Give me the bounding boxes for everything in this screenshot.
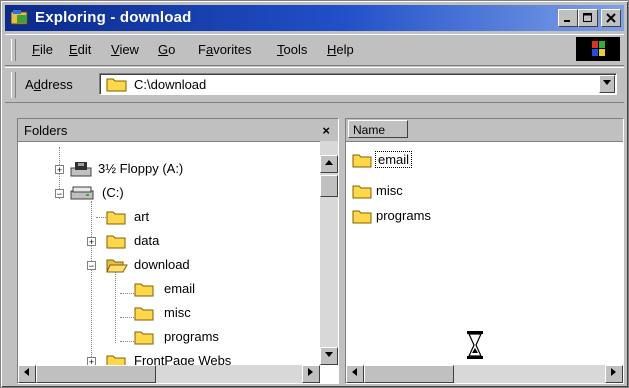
minimize-button[interactable]: [558, 9, 578, 27]
close-button[interactable]: [601, 9, 621, 27]
tree-item-floppy[interactable]: + 3½ Floppy (A:): [18, 159, 318, 179]
explorer-window: Exploring - download File Edit View Go F…: [0, 0, 629, 388]
contents-horizontal-scrollbar[interactable]: [346, 365, 623, 383]
chevron-down-icon: [603, 80, 611, 85]
scroll-up-button[interactable]: [320, 155, 338, 173]
collapse-button[interactable]: −: [55, 189, 64, 199]
scroll-right-button[interactable]: [605, 365, 623, 383]
maximize-button[interactable]: [578, 9, 598, 27]
arrow-up-icon: [325, 160, 333, 165]
menu-favorites[interactable]: Favorites: [198, 42, 251, 57]
close-pane-button[interactable]: ×: [322, 123, 330, 138]
windows-logo-icon: [576, 37, 620, 61]
tree-item-programs[interactable]: programs: [18, 327, 318, 347]
menu-grip[interactable]: [11, 39, 16, 61]
folder-icon: [134, 307, 154, 321]
expand-button[interactable]: +: [87, 237, 96, 247]
tree-item-art[interactable]: art: [18, 207, 318, 227]
title-bar[interactable]: Exploring - download: [5, 5, 624, 31]
floppy-drive-icon: [70, 162, 92, 177]
tree-item-label: data: [134, 233, 160, 248]
tree-item-label: download: [134, 257, 190, 272]
window-title: Exploring - download: [35, 9, 192, 26]
tree-item-download[interactable]: − download: [18, 255, 318, 275]
folders-pane-title: Folders: [24, 123, 68, 138]
file-item-label: misc: [376, 183, 403, 198]
file-item-label: email: [374, 151, 413, 168]
menu-file[interactable]: File: [32, 42, 53, 57]
scroll-thumb[interactable]: [36, 365, 156, 383]
arrow-right-icon: [611, 368, 616, 376]
tree-item-misc[interactable]: misc: [18, 303, 318, 323]
hard-drive-icon: [70, 186, 94, 200]
tree-item-label: programs: [164, 329, 219, 344]
address-dropdown-button[interactable]: [599, 75, 615, 93]
tree-item-c-drive[interactable]: − (C:): [18, 183, 318, 203]
maximize-icon: [583, 13, 592, 22]
arrow-left-icon: [352, 368, 357, 376]
address-value: C:\download: [134, 77, 207, 92]
folders-vertical-scrollbar[interactable]: [320, 141, 338, 365]
minimize-icon: [564, 20, 570, 22]
file-item-label: programs: [376, 208, 431, 223]
tree-item-data[interactable]: + data: [18, 231, 318, 251]
tree-item-label: email: [164, 281, 196, 296]
contents-pane: Name email misc programs: [345, 118, 624, 384]
contents-header: Name: [346, 119, 623, 142]
menu-bar: File Edit View Go Favorites Tools Help: [5, 34, 624, 66]
scroll-thumb[interactable]: [320, 175, 338, 197]
address-bar: Address C:\download: [5, 67, 624, 103]
address-input[interactable]: C:\download: [99, 73, 617, 95]
folder-icon: [106, 78, 127, 92]
close-icon: [606, 13, 616, 23]
expand-button[interactable]: +: [55, 165, 64, 175]
tree-item-label: (C:): [102, 185, 124, 200]
folders-pane-header: Folders ×: [18, 119, 338, 142]
folder-icon: [106, 235, 126, 249]
folder-icon: [134, 331, 154, 345]
tree-item-label: 3½ Floppy (A:): [98, 161, 184, 176]
tree-item-label: misc: [164, 305, 191, 320]
menu-view[interactable]: View: [111, 42, 139, 57]
scroll-left-button[interactable]: [346, 365, 364, 383]
scroll-down-button[interactable]: [320, 347, 338, 365]
collapse-button[interactable]: −: [87, 261, 96, 271]
hourglass-cursor-icon: [467, 331, 483, 359]
file-item-misc[interactable]: misc: [350, 180, 550, 202]
scroll-right-button[interactable]: [302, 365, 320, 383]
arrow-right-icon: [308, 368, 313, 376]
folder-icon: [134, 283, 154, 297]
open-folder-icon: [106, 259, 128, 273]
file-item-email[interactable]: email: [350, 149, 550, 171]
arrow-down-icon: [325, 352, 333, 357]
menu-help[interactable]: Help: [327, 42, 354, 57]
folder-icon: [352, 210, 372, 224]
folder-icon: [352, 154, 372, 168]
folders-horizontal-scrollbar[interactable]: [18, 365, 320, 383]
address-grip[interactable]: [11, 72, 16, 98]
arrow-left-icon: [24, 368, 29, 376]
file-item-programs[interactable]: programs: [350, 205, 550, 227]
folder-icon: [352, 185, 372, 199]
folders-pane: Folders × + 3½ Floppy (A:) − (C:) art + …: [17, 118, 339, 384]
explorer-app-icon: [11, 10, 28, 25]
name-column-header[interactable]: Name: [348, 120, 408, 138]
menu-tools[interactable]: Tools: [277, 42, 307, 57]
scroll-thumb[interactable]: [364, 365, 454, 383]
address-label: Address: [25, 77, 73, 92]
tree-item-label: art: [134, 209, 150, 224]
scroll-left-button[interactable]: [18, 365, 36, 383]
folder-icon: [106, 211, 126, 225]
menu-edit[interactable]: Edit: [69, 42, 91, 57]
tree-item-email[interactable]: email: [18, 279, 318, 299]
menu-go[interactable]: Go: [158, 42, 175, 57]
